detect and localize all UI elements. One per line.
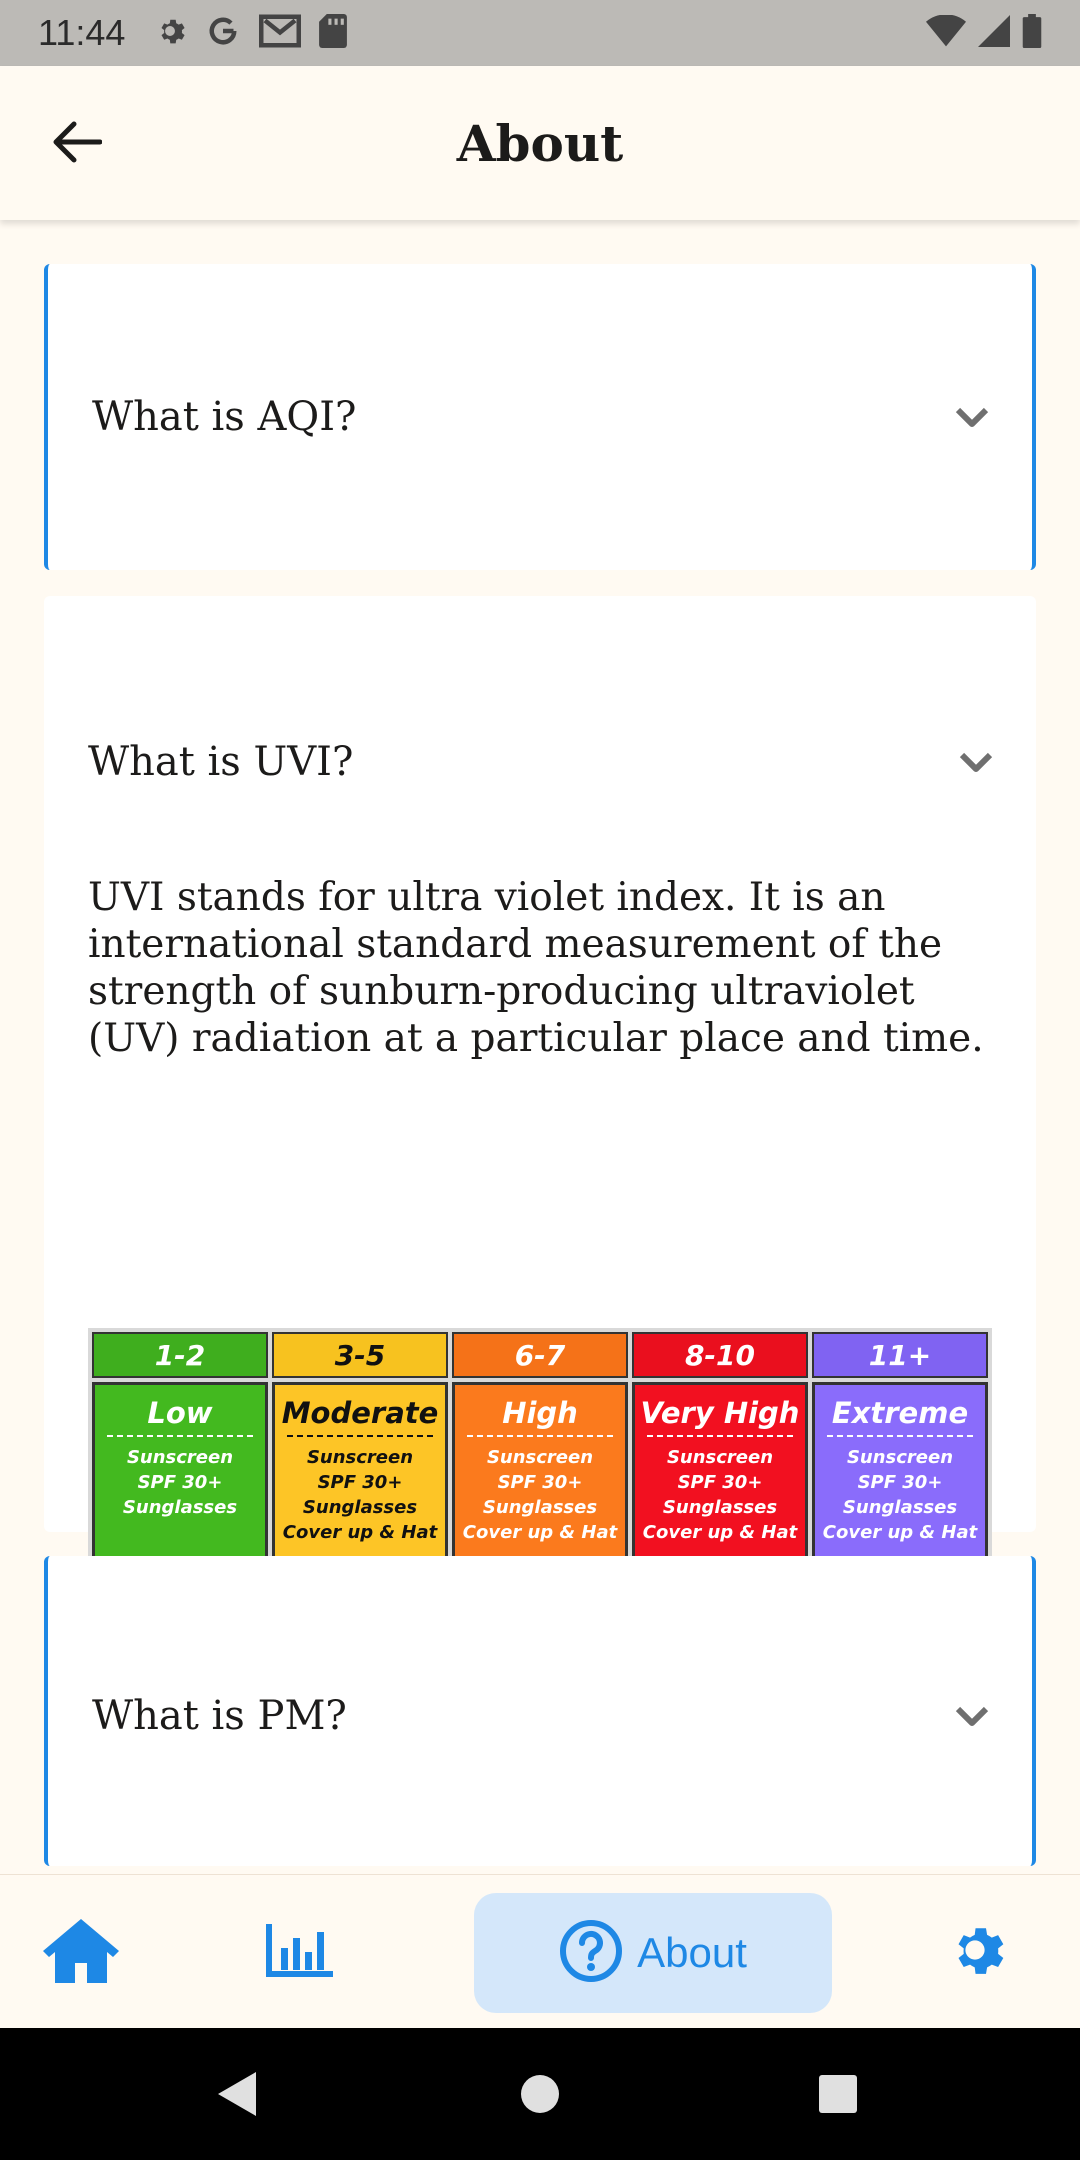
triangle-back-icon [216, 2072, 260, 2122]
uv-advice-line: SPF 30+ [317, 1472, 403, 1493]
uv-divider [286, 1435, 434, 1437]
uv-range-label: 1-2 [92, 1332, 268, 1378]
help-circle-icon [559, 1919, 623, 1987]
uv-range-label: 11+ [812, 1332, 988, 1378]
uv-advice-line: Sunglasses [842, 1497, 958, 1518]
settings-gear-icon [942, 1917, 1008, 1987]
wifi-icon [926, 14, 966, 51]
uv-advice-line: Cover up & Hat [282, 1522, 438, 1543]
faq-header-uvi[interactable]: What is UVI? [44, 672, 1036, 852]
circle-home-icon [520, 2075, 560, 2118]
uv-advice-line: Sunglasses [122, 1497, 238, 1518]
bar-chart-icon [265, 1920, 337, 1984]
uv-advice-line: SPF 30+ [857, 1472, 943, 1493]
uv-advice-line: Sunscreen [306, 1447, 414, 1468]
gmail-icon [259, 14, 302, 52]
uv-divider [106, 1435, 254, 1437]
page-title: About [456, 113, 624, 173]
uv-range-label: 3-5 [272, 1332, 448, 1378]
sd-card-icon [319, 14, 348, 52]
faq-title-pm: What is PM? [92, 1693, 347, 1739]
chevron-down-icon [952, 397, 992, 437]
uv-level-label: High [502, 1396, 578, 1430]
uv-advice-line: Sunscreen [846, 1447, 954, 1468]
system-home-button[interactable] [520, 2074, 560, 2118]
uv-divider [466, 1435, 614, 1437]
uv-advice-line: Cover up & Hat [462, 1522, 618, 1543]
signal-icon [978, 15, 1010, 51]
faq-panel-aqi: What is AQI? [44, 264, 1036, 570]
uv-advice-line: Sunscreen [486, 1447, 594, 1468]
uv-advice-line: Sunscreen [666, 1447, 774, 1468]
chevron-down-icon [952, 1696, 992, 1736]
nav-settings[interactable] [930, 1907, 1020, 1997]
google-icon [205, 13, 241, 53]
uv-advice-line: Sunglasses [302, 1497, 418, 1518]
faq-header-pm[interactable]: What is PM? [48, 1556, 1032, 1874]
home-icon [41, 1915, 121, 1989]
system-navigation-bar [0, 2028, 1080, 2160]
uv-advice-line: Sunglasses [482, 1497, 598, 1518]
app-bar: About [0, 66, 1080, 220]
gear-icon [153, 14, 187, 52]
system-back-button[interactable] [216, 2070, 260, 2122]
uv-range-label: 8-10 [632, 1332, 808, 1378]
uv-advice-line: SPF 30+ [677, 1472, 763, 1493]
nav-about[interactable]: About [474, 1893, 832, 2013]
uv-range-label: 6-7 [452, 1332, 628, 1378]
uv-advice-line: SPF 30+ [137, 1472, 223, 1493]
uv-level-label: Very High [640, 1396, 800, 1430]
uv-divider [646, 1435, 794, 1437]
status-time: 11:44 [38, 12, 126, 53]
uv-advice-line: Sunscreen [126, 1447, 234, 1468]
chevron-down-icon [956, 742, 996, 782]
faq-header-aqi[interactable]: What is AQI? [48, 264, 1032, 570]
battery-icon [1022, 14, 1042, 52]
uv-advice-line: Cover up & Hat [822, 1522, 978, 1543]
uv-level-label: Low [147, 1396, 213, 1430]
bottom-navigation: About [0, 1874, 1080, 2028]
faq-list: What is AQI? What is UVI? UVI stands for… [0, 220, 1080, 1874]
uv-advice-line: SPF 30+ [497, 1472, 583, 1493]
system-recents-button[interactable] [818, 2074, 858, 2118]
arrow-left-icon [52, 120, 103, 168]
back-button[interactable] [44, 111, 110, 177]
nav-about-label: About [637, 1929, 747, 1976]
faq-panel-uvi: What is UVI? UVI stands for ultra violet… [44, 596, 1036, 1704]
status-bar: 11:44 [0, 0, 1080, 66]
uv-level-label: Extreme [831, 1396, 969, 1430]
square-recents-icon [818, 2075, 858, 2118]
nav-home[interactable] [36, 1907, 126, 1997]
faq-title-aqi: What is AQI? [92, 394, 357, 440]
nav-stats[interactable] [256, 1907, 346, 1997]
uv-level-label: Moderate [281, 1396, 439, 1430]
faq-title-uvi: What is UVI? [88, 739, 354, 785]
faq-body-uvi: UVI stands for ultra violet index. It is… [88, 875, 984, 1061]
uv-advice-line: Cover up & Hat [642, 1522, 798, 1543]
uv-divider [826, 1435, 974, 1437]
uv-advice-line: Sunglasses [662, 1497, 778, 1518]
faq-panel-pm: What is PM? [44, 1556, 1036, 1866]
